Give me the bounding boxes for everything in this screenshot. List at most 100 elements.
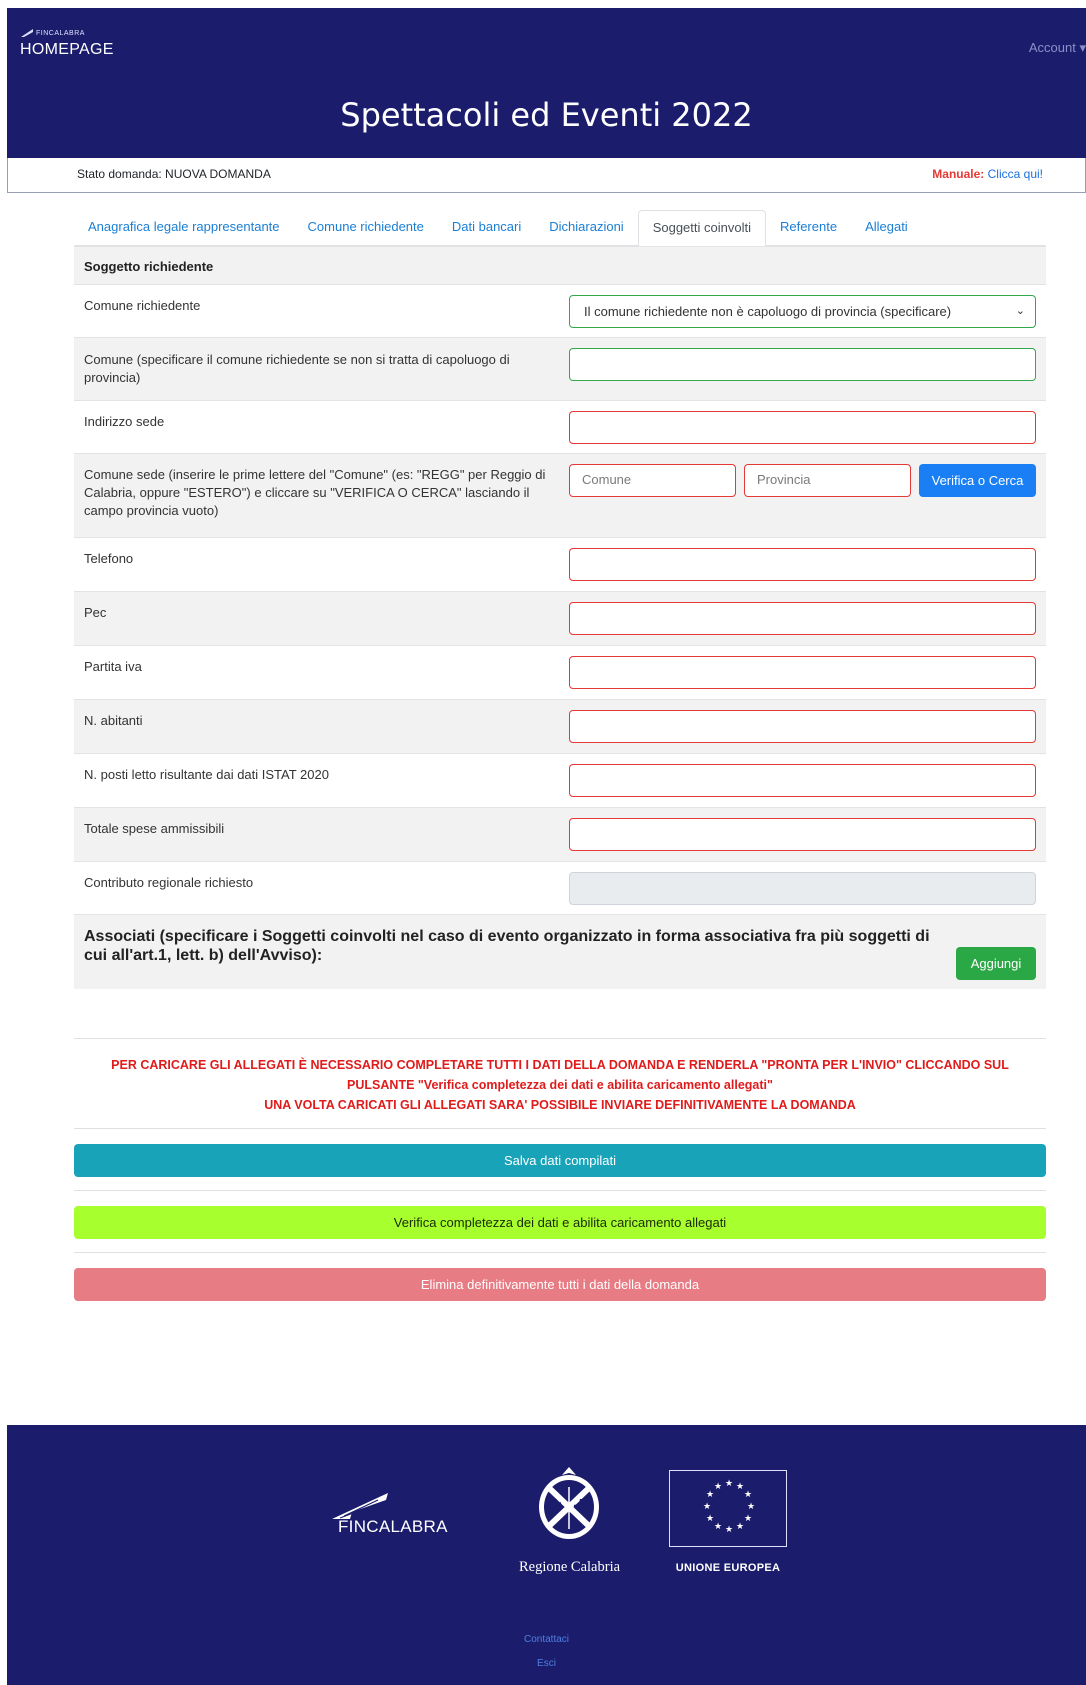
row-indirizzo: Indirizzo sede	[74, 400, 1046, 453]
row-abitanti: N. abitanti	[74, 699, 1046, 753]
eu-flag: ★ ★ ★ ★ ★ ★ ★ ★ ★ ★ ★ ★	[669, 1470, 787, 1547]
allegati-warning: PER CARICARE GLI ALLEGATI È NECESSARIO C…	[74, 1055, 1046, 1115]
brand-small-text: FINCALABRA	[36, 29, 85, 37]
pec-label: Pec	[84, 605, 107, 620]
regione-calabria-text: Regione Calabria	[518, 1559, 621, 1575]
tab-soggetti-coinvolti[interactable]: Soggetti coinvolti	[637, 210, 766, 247]
fincalabra-mini-logo: FINCALABRA	[20, 28, 114, 38]
indirizzo-input[interactable]	[569, 411, 1036, 444]
partita-iva-input[interactable]	[569, 656, 1036, 689]
fincalabra-text: FINCALABRA	[338, 1517, 448, 1536]
comune-sede-input[interactable]: Comune	[569, 464, 736, 497]
posti-letto-input[interactable]	[569, 764, 1036, 797]
contributo-input	[569, 872, 1036, 905]
manuale: Manuale: Clicca qui!	[932, 167, 1043, 181]
svg-text:★: ★	[744, 1514, 752, 1524]
associati-title: Associati (specificare i Soggetti coinvo…	[84, 928, 930, 964]
tab-referente[interactable]: Referente	[766, 210, 851, 245]
tab-allegati[interactable]: Allegati	[851, 210, 922, 245]
row-pec: Pec	[74, 591, 1046, 645]
provincia-input[interactable]: Provincia	[744, 464, 911, 497]
comune-specifica-label: Comune (specificare il comune richiedent…	[84, 352, 510, 385]
verifica-cerca-button[interactable]: Verifica o Cerca	[919, 464, 1036, 497]
chevron-down-icon: ⌄	[1015, 305, 1025, 317]
row-totale-spese: Totale spese ammissibili	[74, 807, 1046, 861]
homepage-label: HOMEPAGE	[20, 41, 114, 58]
section-title: Soggetto richiedente	[84, 259, 214, 274]
telefono-input[interactable]	[569, 548, 1036, 581]
section-header: Soggetto richiedente	[74, 246, 1046, 284]
row-telefono: Telefono	[74, 537, 1046, 591]
esci-link[interactable]: Esci	[7, 1658, 1086, 1669]
delete-application-button[interactable]: Elimina definitivamente tutti i dati del…	[74, 1268, 1046, 1301]
associati-section: Associati (specificare i Soggetti coinvo…	[74, 914, 1046, 989]
posti-letto-label: N. posti letto risultante dai dati ISTAT…	[84, 767, 329, 782]
divider	[74, 1038, 1046, 1039]
warning-line-3: UNA VOLTA CARICATI GLI ALLEGATI SARA' PO…	[264, 1098, 856, 1112]
unione-europea-text: UNIONE EUROPEA	[675, 1562, 781, 1574]
comune-richiedente-value: Il comune richiedente non è capoluogo di…	[584, 304, 952, 319]
svg-text:★: ★	[725, 1479, 733, 1489]
totale-spese-input[interactable]	[569, 818, 1036, 851]
account-menu[interactable]: Account ▾	[1029, 40, 1086, 56]
stato-domanda: Stato domanda: NUOVA DOMANDA	[77, 167, 271, 181]
divider	[74, 1128, 1046, 1129]
svg-text:★: ★	[736, 1482, 744, 1492]
eu-stars-icon: ★ ★ ★ ★ ★ ★ ★ ★ ★ ★ ★ ★	[703, 1479, 755, 1535]
divider	[74, 1190, 1046, 1191]
svg-text:★: ★	[725, 1525, 733, 1535]
totale-spese-label: Totale spese ammissibili	[84, 821, 225, 836]
soggetto-richiedente-form: Soggetto richiedente Comune richiedente …	[74, 246, 1046, 989]
verifica-completezza-button[interactable]: Verifica completezza dei dati e abilita …	[74, 1206, 1046, 1239]
homepage-link[interactable]: FINCALABRA HOMEPAGE	[20, 28, 114, 59]
svg-text:★: ★	[747, 1502, 755, 1512]
aggiungi-button[interactable]: Aggiungi	[956, 947, 1036, 980]
site-header: FINCALABRA HOMEPAGE Account ▾ Spettacoli…	[7, 8, 1086, 158]
row-comune-specifica: Comune (specificare il comune richiedent…	[74, 337, 1046, 400]
svg-text:★: ★	[706, 1514, 714, 1524]
fincalabra-wing-icon	[21, 29, 33, 37]
svg-text:★: ★	[736, 1522, 744, 1532]
svg-text:★: ★	[714, 1482, 722, 1492]
tab-dati-bancari[interactable]: Dati bancari	[438, 210, 535, 245]
comune-richiedente-select[interactable]: Il comune richiedente non è capoluogo di…	[569, 295, 1036, 328]
warning-line-1: PER CARICARE GLI ALLEGATI È NECESSARIO C…	[111, 1058, 1009, 1072]
tab-dichiarazioni[interactable]: Dichiarazioni	[535, 210, 637, 245]
warning-line-2: PULSANTE "Verifica completezza dei dati …	[347, 1078, 773, 1092]
svg-text:★: ★	[703, 1502, 711, 1512]
manuale-link[interactable]: Clicca qui!	[988, 167, 1043, 181]
partita-iva-label: Partita iva	[84, 659, 142, 674]
divider	[74, 1252, 1046, 1253]
svg-text:★: ★	[706, 1490, 714, 1500]
tab-anagrafica[interactable]: Anagrafica legale rappresentante	[74, 210, 294, 245]
row-comune-richiedente: Comune richiedente Il comune richiedente…	[74, 284, 1046, 337]
account-label: Account	[1028, 40, 1076, 55]
contributo-label: Contributo regionale richiesto	[84, 875, 254, 890]
contattaci-link[interactable]: Contattaci	[7, 1634, 1086, 1645]
unione-europea-logo: ★ ★ ★ ★ ★ ★ ★ ★ ★ ★ ★ ★ UNIONE EUROPEA	[663, 1470, 793, 1574]
tab-bar: Anagrafica legale rappresentante Comune …	[74, 208, 1046, 247]
site-footer: FINCALABRA Regione Calabria ★ ★ ★ ★ ★ ★	[7, 1425, 1086, 1685]
row-partita-iva: Partita iva	[74, 645, 1046, 699]
pec-input[interactable]	[569, 602, 1036, 635]
fincalabra-wing-icon	[332, 1493, 388, 1519]
row-posti-letto: N. posti letto risultante dai dati ISTAT…	[74, 753, 1046, 807]
tab-comune-richiedente[interactable]: Comune richiedente	[294, 210, 438, 245]
fincalabra-logo: FINCALABRA	[330, 1492, 470, 1542]
comune-sede-label: Comune sede (inserire le prime lettere d…	[84, 467, 546, 518]
page-title: Spettacoli ed Eventi 2022	[340, 96, 753, 134]
svg-text:★: ★	[714, 1522, 722, 1532]
regione-calabria-logo: Regione Calabria	[502, 1465, 637, 1575]
regione-crest-icon	[539, 1467, 599, 1539]
svg-text:★: ★	[744, 1490, 752, 1500]
abitanti-label: N. abitanti	[84, 713, 143, 728]
manuale-label: Manuale:	[932, 167, 985, 181]
status-bar: Stato domanda: NUOVA DOMANDA Manuale: Cl…	[7, 158, 1086, 193]
row-comune-sede: Comune sede (inserire le prime lettere d…	[74, 453, 1046, 537]
row-contributo: Contributo regionale richiesto	[74, 861, 1046, 914]
telefono-label: Telefono	[84, 551, 134, 566]
comune-specifica-input[interactable]	[569, 348, 1036, 381]
comune-richiedente-label: Comune richiedente	[84, 298, 201, 313]
abitanti-input[interactable]	[569, 710, 1036, 743]
save-button[interactable]: Salva dati compilati	[74, 1144, 1046, 1177]
